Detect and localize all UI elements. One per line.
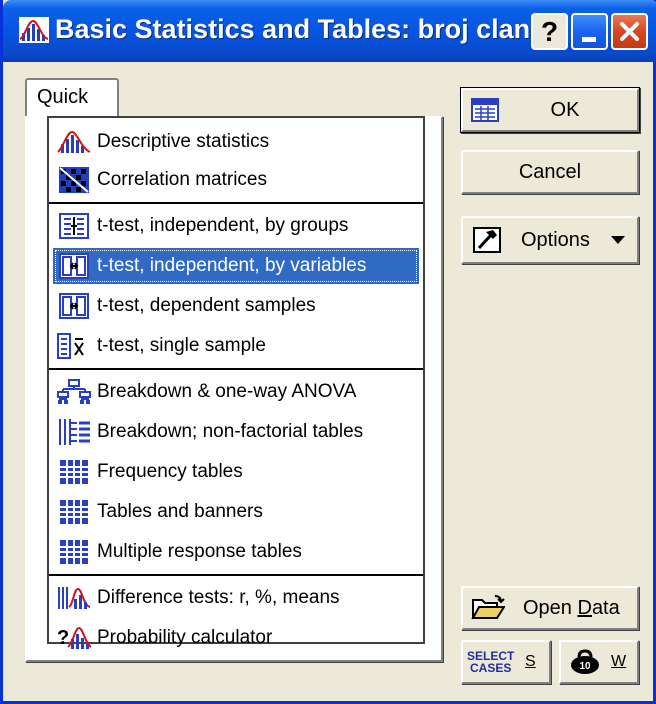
list-item-t-test-single-sample[interactable]: t-test, single sample — [53, 328, 419, 364]
options-label: Options — [521, 228, 590, 251]
tab-quick-label: Quick — [37, 86, 89, 108]
list-item-difference-tests[interactable]: Difference tests: r, %, means — [53, 580, 419, 616]
list-separator — [49, 202, 423, 204]
dialog-window: Basic Statistics and Tables: broj clan ?… — [0, 0, 656, 704]
difference-tests-icon — [55, 583, 93, 613]
select-cases-line2: CASES — [470, 661, 512, 675]
dropdown-arrow-icon — [611, 218, 625, 262]
list-item-label: Frequency tables — [97, 461, 243, 482]
multiple-response-icon — [55, 537, 93, 567]
minimize-icon — [582, 37, 596, 42]
title-bar[interactable]: Basic Statistics and Tables: broj clan ? — [3, 0, 656, 62]
close-button[interactable] — [611, 13, 648, 50]
options-button[interactable]: Options — [461, 216, 639, 264]
list-item-multiple-response-tables[interactable]: Multiple response tables — [53, 534, 419, 570]
list-item-label: Descriptive statistics — [97, 131, 270, 152]
list-item-tables-banners[interactable]: Tables and banners — [53, 494, 419, 530]
list-separator — [49, 368, 423, 370]
select-cases-icon: SELECT CASES — [467, 642, 514, 682]
weight-key: W — [611, 653, 627, 670]
open-data-label-pre: Open — [523, 596, 578, 619]
close-icon — [620, 22, 639, 41]
ok-label: OK — [550, 98, 580, 121]
list-item-label: t-test, independent, by variables — [97, 255, 367, 276]
t-test-groups-icon — [55, 211, 93, 241]
list-item-label: Correlation matrices — [97, 169, 267, 190]
list-item-t-test-independent-variables[interactable]: t-test, independent, by variables — [53, 248, 419, 284]
list-item-label: Multiple response tables — [97, 541, 302, 562]
t-test-dependent-icon — [55, 291, 93, 321]
cancel-label: Cancel — [518, 160, 582, 183]
ok-icon — [471, 90, 499, 130]
t-test-variables-icon — [55, 251, 93, 281]
list-item-probability-calculator[interactable]: ? Probability calculator — [53, 620, 419, 656]
statistics-app-icon — [19, 17, 49, 43]
list-item-breakdown-non-factorial[interactable]: Breakdown; non-factorial tables — [53, 414, 419, 450]
list-item-label: Breakdown; non-factorial tables — [97, 421, 364, 442]
list-item-correlation-matrices[interactable]: Correlation matrices — [53, 162, 419, 198]
list-item-t-test-independent-groups[interactable]: t-test, independent, by groups — [53, 208, 419, 244]
ok-button[interactable]: OK — [461, 88, 639, 132]
minimize-button[interactable] — [571, 13, 608, 50]
list-item-label: Breakdown & one-way ANOVA — [97, 381, 357, 402]
descriptive-stats-icon — [55, 127, 93, 157]
open-data-accesskey: D — [577, 596, 592, 619]
open-data-label: Open Data — [523, 588, 620, 628]
weight-button[interactable]: 10 W — [559, 640, 639, 684]
correlation-matrix-icon — [55, 165, 93, 195]
list-item-label: Probability calculator — [97, 627, 273, 648]
breakdown-nonfactorial-icon — [55, 417, 93, 447]
list-item-label: Tables and banners — [97, 501, 263, 522]
tables-banners-icon — [55, 497, 93, 527]
weight-icon: 10 — [569, 642, 601, 682]
hammer-icon — [473, 218, 501, 262]
list-separator — [49, 574, 423, 576]
probability-calculator-icon: ? — [55, 623, 93, 653]
list-item-t-test-dependent-samples[interactable]: t-test, dependent samples — [53, 288, 419, 324]
list-item-label: t-test, independent, by groups — [97, 215, 349, 236]
analysis-list[interactable]: Descriptive statistics Correlation matri… — [47, 116, 425, 649]
select-cases-button[interactable]: SELECT CASES S — [461, 640, 551, 684]
weight-accesskey: W — [611, 642, 626, 682]
list-item-frequency-tables[interactable]: Frequency tables — [53, 454, 419, 490]
window-title: Basic Statistics and Tables: broj clan — [55, 14, 531, 44]
select-cases-key: S — [525, 653, 536, 670]
tab-quick[interactable]: Quick — [25, 78, 119, 118]
open-data-button[interactable]: Open Data — [461, 586, 639, 630]
open-data-label-post: ata — [591, 596, 620, 619]
help-button[interactable]: ? — [531, 13, 568, 50]
list-item-breakdown-anova[interactable]: Breakdown & one-way ANOVA — [53, 374, 419, 410]
cancel-button[interactable]: Cancel — [461, 150, 639, 194]
frequency-table-icon — [55, 457, 93, 487]
list-item-label: Difference tests: r, %, means — [97, 587, 340, 608]
breakdown-anova-icon — [55, 377, 93, 407]
list-item-descriptive-statistics[interactable]: Descriptive statistics — [53, 124, 419, 160]
select-cases-accesskey: S — [525, 642, 536, 682]
folder-open-icon — [471, 588, 505, 628]
svg-text:10: 10 — [579, 661, 591, 672]
t-test-single-icon — [55, 331, 93, 361]
list-item-label: t-test, dependent samples — [97, 295, 316, 316]
list-item-label: t-test, single sample — [97, 335, 266, 356]
svg-text:?: ? — [57, 627, 69, 649]
help-label: ? — [540, 16, 559, 47]
